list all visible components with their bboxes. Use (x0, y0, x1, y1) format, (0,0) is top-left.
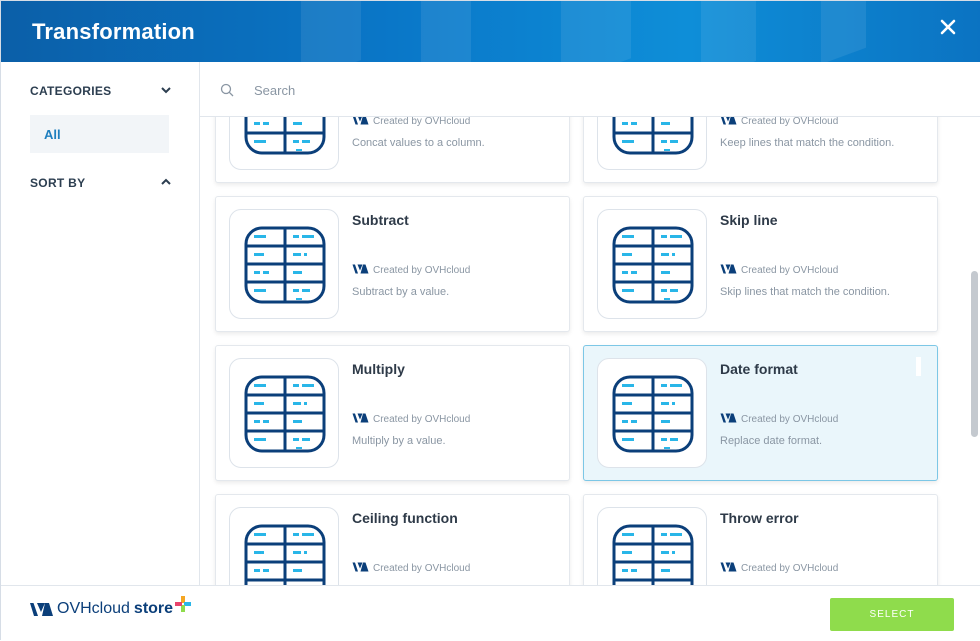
card-description: Keep lines that match the condition. (720, 137, 895, 149)
modal-title: Transformation (32, 19, 195, 44)
card-creator: Created by OVHcloud (720, 264, 838, 277)
ovh-logo-icon (720, 562, 741, 575)
header-decoration (821, 1, 866, 62)
table-icon (597, 507, 707, 585)
creator-label: Created by OVHcloud (373, 265, 471, 276)
card-description: Skip lines that match the condition. (720, 286, 890, 298)
close-icon[interactable] (937, 16, 959, 38)
ovh-logo-icon (352, 562, 373, 575)
table-icon (229, 209, 339, 319)
ovh-logo-icon (720, 264, 741, 277)
table-icon (229, 358, 339, 468)
header-decoration (561, 1, 631, 62)
transformation-card[interactable]: Throw error Created by OVHcloud (583, 494, 938, 585)
creator-label: Created by OVHcloud (741, 563, 839, 574)
card-title: Subtract (352, 212, 409, 228)
category-item-all[interactable]: All (30, 115, 169, 153)
header-decoration (301, 1, 361, 62)
transformation-card[interactable]: Skip line Created by OVHcloud Skip lines… (583, 196, 938, 332)
sort-by-label: SORT BY (30, 176, 86, 190)
categories-toggle[interactable]: CATEGORIES (30, 82, 172, 102)
creator-label: Created by OVHcloud (741, 414, 839, 425)
card-title: Throw error (720, 510, 799, 526)
table-icon (229, 507, 339, 585)
card-creator: Created by OVHcloud (352, 264, 470, 277)
search-bar (200, 62, 980, 117)
card-description: Subtract by a value. (352, 286, 450, 298)
plus-logo-icon (175, 596, 192, 612)
ovh-logo-icon (720, 413, 741, 426)
card-title: Ceiling function (352, 510, 458, 526)
card-creator: Created by OVHcloud (352, 413, 470, 426)
card-title: Date format (720, 361, 798, 377)
brand-suffix: store (133, 600, 174, 617)
sort-by-toggle[interactable]: SORT BY (30, 174, 172, 194)
categories-label: CATEGORIES (30, 84, 112, 98)
card-creator: Created by OVHcloud (720, 117, 838, 128)
header-decoration (421, 1, 471, 62)
filter-sidebar: CATEGORIES All SORT BY (1, 62, 200, 585)
transformation-card[interactable]: Date format Created by OVHcloud Replace … (583, 345, 938, 481)
creator-label: Created by OVHcloud (373, 117, 471, 127)
chevron-down-icon (161, 87, 171, 94)
transformation-card[interactable]: Created by OVHcloud Concat values to a c… (215, 117, 570, 183)
table-icon (229, 117, 339, 170)
card-creator: Created by OVHcloud (720, 413, 838, 426)
modal-footer: OVHcloud store SELECT (1, 585, 980, 641)
transformation-card[interactable]: Created by OVHcloud Keep lines that matc… (583, 117, 938, 183)
category-label: All (44, 127, 61, 142)
selected-flag (916, 357, 921, 376)
ovh-logo-icon (720, 117, 741, 128)
table-icon (597, 358, 707, 468)
card-description: Concat values to a column. (352, 137, 485, 149)
grid-scrollbar[interactable] (970, 117, 980, 585)
creator-label: Created by OVHcloud (373, 414, 471, 425)
transformation-grid: Created by OVHcloud Concat values to a c… (200, 117, 970, 585)
ovh-logo-icon (352, 413, 373, 426)
chevron-up-icon (161, 178, 171, 185)
card-creator: Created by OVHcloud (352, 562, 470, 575)
card-title: Skip line (720, 212, 778, 228)
transformation-card[interactable]: Subtract Created by OVHcloud Subtract by… (215, 196, 570, 332)
card-creator: Created by OVHcloud (720, 562, 838, 575)
creator-label: Created by OVHcloud (741, 265, 839, 276)
ovh-logo-icon (30, 602, 53, 616)
search-input[interactable] (254, 78, 654, 102)
ovh-logo-icon (352, 117, 373, 128)
brand-name: OVHcloud (57, 600, 130, 617)
card-title: Multiply (352, 361, 405, 377)
table-icon (597, 209, 707, 319)
scrollbar-thumb[interactable] (971, 271, 978, 437)
card-description: Multiply by a value. (352, 435, 446, 447)
header-decoration (701, 1, 756, 62)
card-description: Replace date format. (720, 435, 823, 447)
transformation-modal: Transformation CATEGORIES All SORT BY Se… (0, 0, 980, 641)
modal-header: Transformation (1, 1, 980, 62)
ovh-logo-icon (352, 264, 373, 277)
search-icon (220, 83, 234, 97)
transformation-card[interactable]: Multiply Created by OVHcloud Multiply by… (215, 345, 570, 481)
select-button[interactable]: SELECT (830, 598, 954, 631)
creator-label: Created by OVHcloud (373, 563, 471, 574)
table-icon (597, 117, 707, 170)
creator-label: Created by OVHcloud (741, 117, 839, 127)
card-creator: Created by OVHcloud (352, 117, 470, 128)
ovhcloud-store-logo: OVHcloud store (29, 596, 192, 618)
transformation-card[interactable]: Ceiling function Created by OVHcloud (215, 494, 570, 585)
